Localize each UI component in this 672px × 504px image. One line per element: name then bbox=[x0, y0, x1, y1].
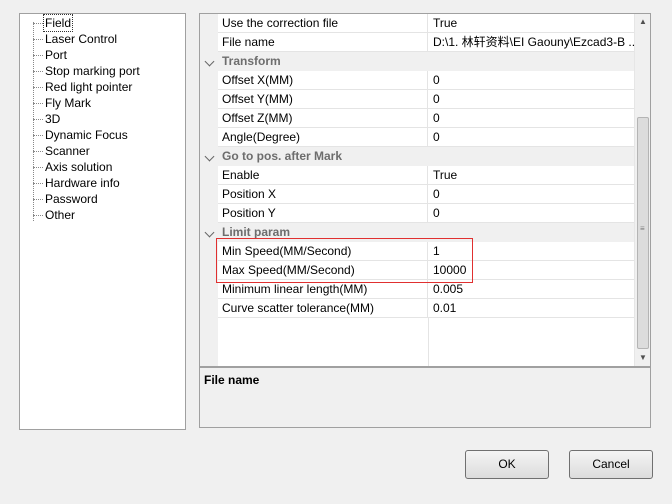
property-grid: Use the correction file True File name D:\… bbox=[199, 13, 651, 367]
prop-value[interactable]: 10000 bbox=[428, 261, 636, 280]
prop-value[interactable]: 0 bbox=[428, 71, 636, 90]
prop-name: Position Y bbox=[218, 204, 428, 223]
prop-value[interactable]: 0 bbox=[428, 185, 636, 204]
tree-item-red-light-pointer[interactable]: Red light pointer bbox=[20, 79, 133, 95]
tree-item-label: Password bbox=[45, 192, 98, 206]
ok-button[interactable]: OK bbox=[465, 450, 549, 479]
prop-value[interactable]: 0 bbox=[428, 90, 636, 109]
tree-item-fly-mark[interactable]: Fly Mark bbox=[20, 95, 92, 111]
prop-row-min-speed[interactable]: Min Speed(MM/Second) 1 bbox=[200, 242, 636, 261]
prop-value[interactable]: True bbox=[428, 166, 636, 185]
tree-item-label: Hardware info bbox=[45, 176, 120, 190]
tree-item-3d[interactable]: 3D bbox=[20, 111, 61, 127]
prop-name: Position X bbox=[218, 185, 428, 204]
tree-item-label: Fly Mark bbox=[45, 96, 91, 110]
prop-name: Minimum linear length(MM) bbox=[218, 280, 428, 299]
grid-empty-area bbox=[200, 318, 636, 366]
category-label: Limit param bbox=[222, 225, 291, 239]
tree-item-label: Laser Control bbox=[45, 32, 118, 46]
prop-name: Offset Y(MM) bbox=[218, 90, 428, 109]
prop-name: Curve scatter tolerance(MM) bbox=[218, 299, 428, 318]
tree-item-label: Red light pointer bbox=[45, 80, 133, 94]
tree-item-dynamic-focus[interactable]: Dynamic Focus bbox=[20, 127, 129, 143]
tree-item-other[interactable]: Other bbox=[20, 207, 76, 223]
tree-item-hardware-info[interactable]: Hardware info bbox=[20, 175, 121, 191]
prop-row-position-x[interactable]: Position X0 bbox=[200, 185, 636, 204]
prop-row-min-linear-length[interactable]: Minimum linear length(MM) 0.005 bbox=[200, 280, 636, 299]
prop-value[interactable]: 1 bbox=[428, 242, 636, 261]
category-label: Transform bbox=[222, 54, 281, 68]
tree-item-label: Other bbox=[45, 208, 76, 222]
tree-item-label: Stop marking port bbox=[45, 64, 140, 78]
vertical-scrollbar[interactable]: ▲ ≡ ▼ bbox=[634, 14, 650, 366]
tree-item-label: 3D bbox=[45, 112, 61, 126]
tree-item-password[interactable]: Password bbox=[20, 191, 99, 207]
prop-value[interactable]: 0 bbox=[428, 109, 636, 128]
prop-row-position-y[interactable]: Position Y0 bbox=[200, 204, 636, 223]
tree-item-stop-marking-port[interactable]: Stop marking port bbox=[20, 63, 141, 79]
category-label: Go to pos. after Mark bbox=[222, 149, 343, 163]
tree-item-label: Port bbox=[45, 48, 68, 62]
prop-value[interactable]: True bbox=[428, 14, 636, 33]
prop-row-angle[interactable]: Angle(Degree) 0 bbox=[200, 128, 636, 147]
tree-item-label: Field bbox=[42, 14, 74, 32]
scrollbar-thumb[interactable]: ≡ bbox=[637, 117, 649, 349]
tree-item-field[interactable]: Field bbox=[20, 14, 74, 32]
property-rows: Use the correction file True File name D:\… bbox=[200, 14, 636, 366]
category-limit-param[interactable]: Limit param bbox=[200, 223, 636, 242]
prop-name: Min Speed(MM/Second) bbox=[218, 242, 428, 261]
description-title: File name bbox=[204, 373, 260, 387]
cancel-button[interactable]: Cancel bbox=[569, 450, 653, 479]
category-transform[interactable]: Transform bbox=[200, 52, 636, 71]
scroll-up-arrow-icon[interactable]: ▲ bbox=[635, 14, 650, 30]
prop-value[interactable]: D:\1. 林轩资料\EI Gaouny\Ezcad3-B ... bbox=[428, 33, 636, 52]
prop-name: Use the correction file bbox=[218, 14, 428, 33]
prop-value[interactable]: 0.005 bbox=[428, 280, 636, 299]
tree-item-port[interactable]: Port bbox=[20, 47, 68, 63]
grip-icon: ≡ bbox=[640, 224, 645, 233]
prop-row-file-name[interactable]: File name D:\1. 林轩资料\EI Gaouny\Ezcad3-B .… bbox=[200, 33, 636, 52]
prop-row-offset-x[interactable]: Offset X(MM) 0 bbox=[200, 71, 636, 90]
prop-name: Max Speed(MM/Second) bbox=[218, 261, 428, 280]
prop-name: Angle(Degree) bbox=[218, 128, 428, 147]
prop-row-enable[interactable]: Enable True bbox=[200, 166, 636, 185]
scroll-down-arrow-icon[interactable]: ▼ bbox=[635, 350, 650, 366]
prop-name: Enable bbox=[218, 166, 428, 185]
prop-value[interactable]: 0 bbox=[428, 204, 636, 223]
prop-value[interactable]: 0 bbox=[428, 128, 636, 147]
tree-item-label: Axis solution bbox=[45, 160, 113, 174]
tree-item-label: Dynamic Focus bbox=[45, 128, 128, 142]
settings-tree: Field Laser Control Port Stop marking po… bbox=[19, 13, 186, 430]
prop-row-offset-y[interactable]: Offset Y(MM) 0 bbox=[200, 90, 636, 109]
prop-row-offset-z[interactable]: Offset Z(MM) 0 bbox=[200, 109, 636, 128]
tree-item-scanner[interactable]: Scanner bbox=[20, 143, 91, 159]
prop-name: Offset Z(MM) bbox=[218, 109, 428, 128]
collapse-chevron-icon[interactable] bbox=[204, 151, 215, 162]
tree-item-label: Scanner bbox=[45, 144, 90, 158]
prop-row-max-speed[interactable]: Max Speed(MM/Second) 10000 bbox=[200, 261, 636, 280]
tree-item-laser-control[interactable]: Laser Control bbox=[20, 31, 118, 47]
prop-name: File name bbox=[218, 33, 428, 52]
description-panel: File name bbox=[199, 367, 651, 428]
prop-name: Offset X(MM) bbox=[218, 71, 428, 90]
category-go-to-pos[interactable]: Go to pos. after Mark bbox=[200, 147, 636, 166]
collapse-chevron-icon[interactable] bbox=[204, 56, 215, 67]
prop-value[interactable]: 0.01 bbox=[428, 299, 636, 318]
collapse-chevron-icon[interactable] bbox=[204, 227, 215, 238]
prop-row-curve-scatter[interactable]: Curve scatter tolerance(MM) 0.01 bbox=[200, 299, 636, 318]
tree-item-axis-solution[interactable]: Axis solution bbox=[20, 159, 113, 175]
prop-row-use-correction-file[interactable]: Use the correction file True bbox=[200, 14, 636, 33]
